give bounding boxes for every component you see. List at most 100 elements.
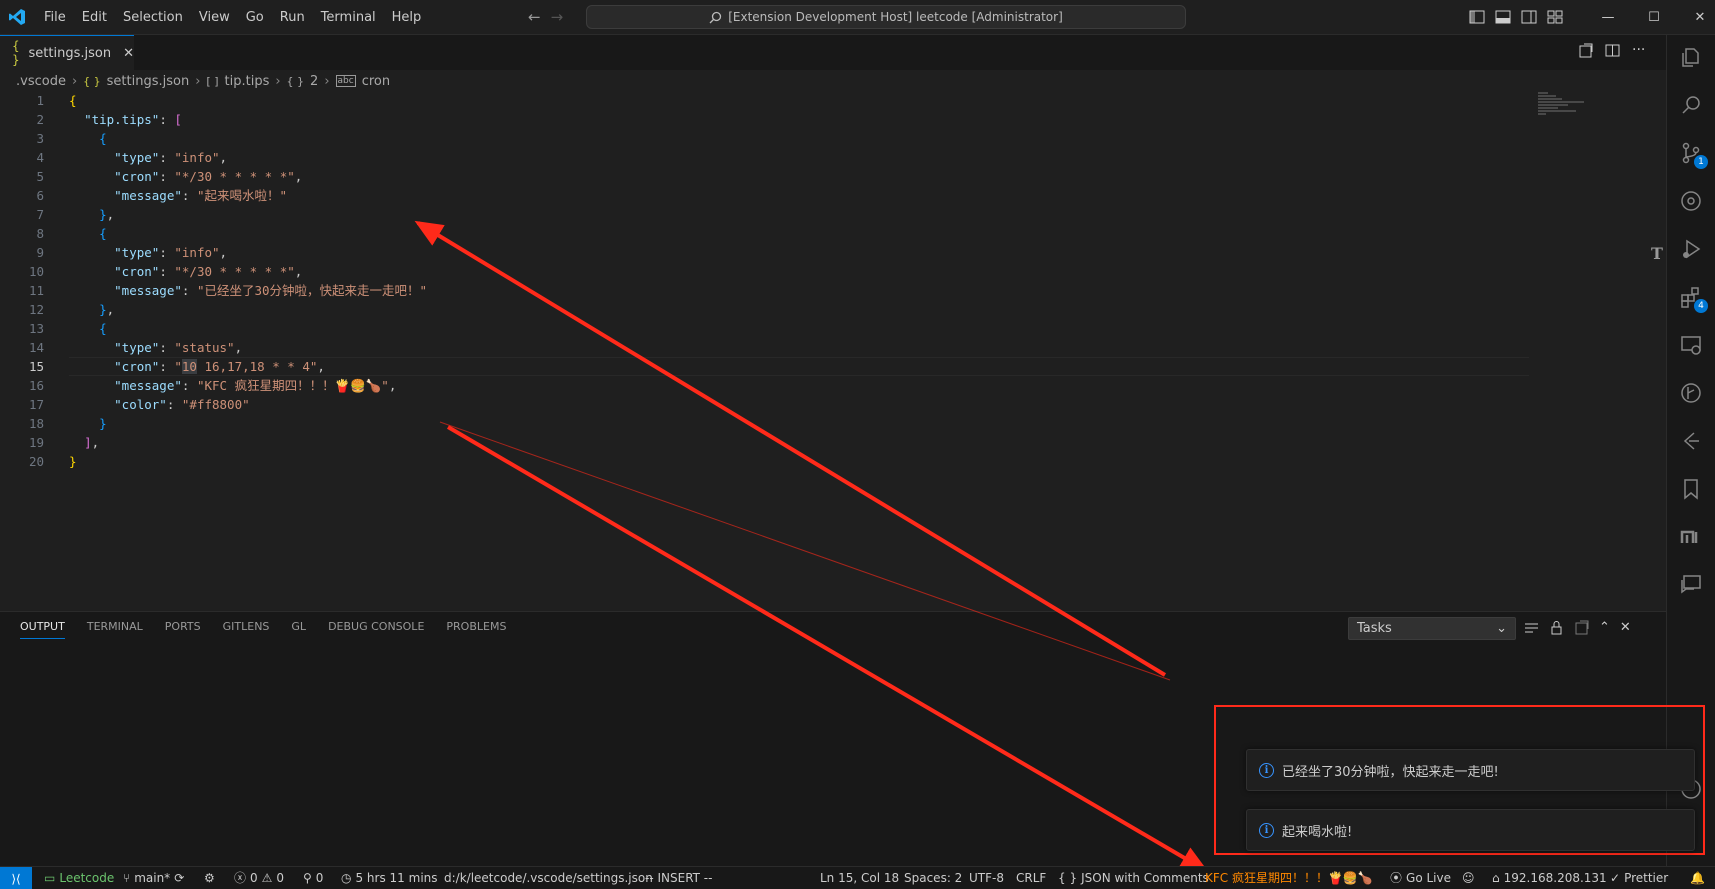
code-line: "message": "已经坐了30分钟啦，快起来走一走吧！" — [114, 283, 428, 298]
text-cursor-icon: T — [1651, 244, 1663, 263]
radio-tower-icon: ⚲ — [303, 871, 312, 885]
search-icon[interactable] — [1679, 93, 1703, 117]
status-problems[interactable]: ⓧ 0 ⚠ 0 — [234, 867, 284, 889]
explorer-icon[interactable] — [1679, 45, 1703, 69]
double-check-icon: ✓ — [1610, 871, 1621, 885]
line-number: 18 — [28, 416, 44, 431]
menu-file[interactable]: File — [36, 0, 74, 35]
array-icon: [ ] — [206, 74, 219, 88]
code-line: } — [69, 454, 77, 469]
menu-help[interactable]: Help — [384, 0, 430, 35]
status-vim-mode: -- INSERT -- — [645, 871, 713, 885]
remote-explorer-icon[interactable] — [1679, 333, 1703, 357]
source-control-badge: 1 — [1694, 155, 1708, 169]
status-indentation[interactable]: Spaces: 2 — [904, 867, 962, 889]
status-time[interactable]: ◷ 5 hrs 11 mins — [341, 867, 438, 889]
notification-toast[interactable]: i 起来喝水啦! — [1246, 809, 1695, 851]
toggle-primary-sidebar-icon[interactable] — [1468, 8, 1486, 26]
tab-settings-json[interactable]: { } settings.json ✕ — [0, 35, 134, 70]
chevron-down-icon: ⌄ — [1496, 621, 1507, 636]
back-arrow-icon[interactable]: ← — [528, 8, 541, 26]
status-cursor-position[interactable]: Ln 15, Col 18 — [820, 867, 899, 889]
breadcrumb-file[interactable]: settings.json — [107, 74, 190, 89]
git-graph-icon[interactable] — [1679, 381, 1703, 405]
status-encoding[interactable]: UTF-8 — [969, 867, 1004, 889]
close-panel-icon[interactable]: ✕ — [1620, 620, 1631, 639]
gitlens-icon[interactable] — [1679, 189, 1703, 213]
vscode-window: { "titlebar": { "menu": ["File","Edit","… — [0, 0, 1715, 889]
command-center-search[interactable]: [Extension Development Host] leetcode [A… — [586, 5, 1186, 29]
minimize-icon[interactable]: — — [1585, 0, 1631, 35]
lock-icon[interactable] — [1549, 620, 1564, 639]
status-branch[interactable]: ⑂ main* ⟳ — [123, 867, 184, 889]
menu-run[interactable]: Run — [272, 0, 313, 35]
status-copilot-icon[interactable]: ☺ — [1462, 867, 1475, 889]
notification-message: 起来喝水啦! — [1282, 824, 1353, 840]
output-channel-select[interactable]: Tasks ⌄ — [1348, 617, 1516, 640]
open-settings-ui-icon[interactable] — [1578, 43, 1593, 62]
remote-indicator-icon[interactable]: ⟩⟨ — [0, 867, 32, 889]
line-number-current: 15 — [28, 359, 44, 374]
menu-terminal[interactable]: Terminal — [313, 0, 384, 35]
menu-view[interactable]: View — [191, 0, 238, 35]
status-eol[interactable]: CRLF — [1016, 867, 1046, 889]
extensions-badge: 4 — [1694, 299, 1708, 313]
comments-icon[interactable] — [1679, 573, 1703, 597]
menu-go[interactable]: Go — [238, 0, 272, 35]
status-ip[interactable]: ⌂ 192.168.208.131 — [1492, 867, 1607, 889]
tab-output[interactable]: OUTPUT — [20, 620, 65, 639]
status-prettier[interactable]: ✓ Prettier — [1610, 867, 1668, 889]
more-actions-icon[interactable]: ··· — [1632, 43, 1645, 62]
info-icon: i — [1259, 762, 1274, 778]
forward-arrow-icon[interactable]: → — [551, 8, 564, 26]
tab-gitlens[interactable]: GITLENS — [223, 620, 270, 639]
tab-terminal[interactable]: TERMINAL — [87, 620, 143, 639]
maximize-panel-icon[interactable]: ⌃ — [1599, 620, 1610, 639]
json-file-icon: { } — [83, 74, 101, 88]
leetcode-icon[interactable] — [1679, 429, 1703, 453]
breadcrumb-index[interactable]: 2 — [310, 74, 318, 89]
status-kfc-tip[interactable]: KFC 疯狂星期四！！！🍟🍔🍗 — [1205, 867, 1373, 889]
close-window-icon[interactable]: ✕ — [1677, 0, 1715, 35]
extensions-icon[interactable]: 4 — [1679, 285, 1708, 313]
run-debug-icon[interactable] — [1679, 237, 1703, 261]
command-center-text: [Extension Development Host] leetcode [A… — [728, 10, 1063, 24]
status-gitlens-icon[interactable]: ⚙ — [204, 867, 215, 889]
tab-problems[interactable]: PROBLEMS — [446, 620, 506, 639]
source-control-icon[interactable]: 1 — [1679, 141, 1708, 169]
close-tab-icon[interactable]: ✕ — [123, 46, 134, 61]
breadcrumb-tip-tips[interactable]: tip.tips — [225, 74, 270, 89]
toggle-panel-icon[interactable] — [1494, 8, 1512, 26]
tab-gl[interactable]: GL — [291, 620, 306, 639]
bookmark-icon[interactable] — [1679, 477, 1703, 501]
status-go-live[interactable]: ⦿ Go Live — [1390, 867, 1451, 889]
customize-layout-icon[interactable] — [1546, 8, 1564, 26]
tab-debug-console[interactable]: DEBUG CONSOLE — [328, 620, 424, 639]
status-path[interactable]: d:/k/leetcode/.vscode/settings.json — [444, 867, 653, 889]
notifications-bell-icon[interactable]: 🔔 — [1690, 867, 1705, 889]
code-editor[interactable]: 1 2 3 4 5 6 7 8 9 10 11 12 13 14 15 16 1… — [0, 91, 1530, 611]
breadcrumb-folder[interactable]: .vscode — [16, 74, 66, 89]
mi-icon[interactable] — [1679, 525, 1703, 549]
notification-toast[interactable]: i 已经坐了30分钟啦，快起来走一走吧! — [1246, 749, 1695, 791]
folder-icon: ▭ — [44, 871, 56, 885]
minimap[interactable] — [1538, 91, 1598, 131]
panel-tabs: OUTPUT TERMINAL PORTS GITLENS GL DEBUG C… — [20, 620, 506, 639]
status-language[interactable]: { } JSON with Comments — [1058, 867, 1209, 889]
tab-ports[interactable]: PORTS — [165, 620, 201, 639]
open-in-editor-icon[interactable] — [1574, 620, 1589, 639]
breadcrumb-cron[interactable]: cron — [362, 74, 390, 89]
chevron-right-icon: › — [275, 73, 281, 89]
status-leetcode[interactable]: ▭ Leetcode — [44, 867, 114, 889]
clear-output-icon[interactable] — [1524, 620, 1539, 639]
split-editor-icon[interactable] — [1605, 43, 1620, 62]
history-icon: ◷ — [341, 871, 352, 885]
menu-edit[interactable]: Edit — [74, 0, 115, 35]
status-warnings: 0 — [276, 871, 285, 885]
code-line: }, — [99, 207, 115, 222]
menu-selection[interactable]: Selection — [115, 0, 191, 35]
toggle-secondary-sidebar-icon[interactable] — [1520, 8, 1538, 26]
status-ports[interactable]: ⚲ 0 — [303, 867, 323, 889]
line-number: 1 — [36, 93, 44, 108]
maximize-icon[interactable]: ☐ — [1631, 0, 1677, 35]
